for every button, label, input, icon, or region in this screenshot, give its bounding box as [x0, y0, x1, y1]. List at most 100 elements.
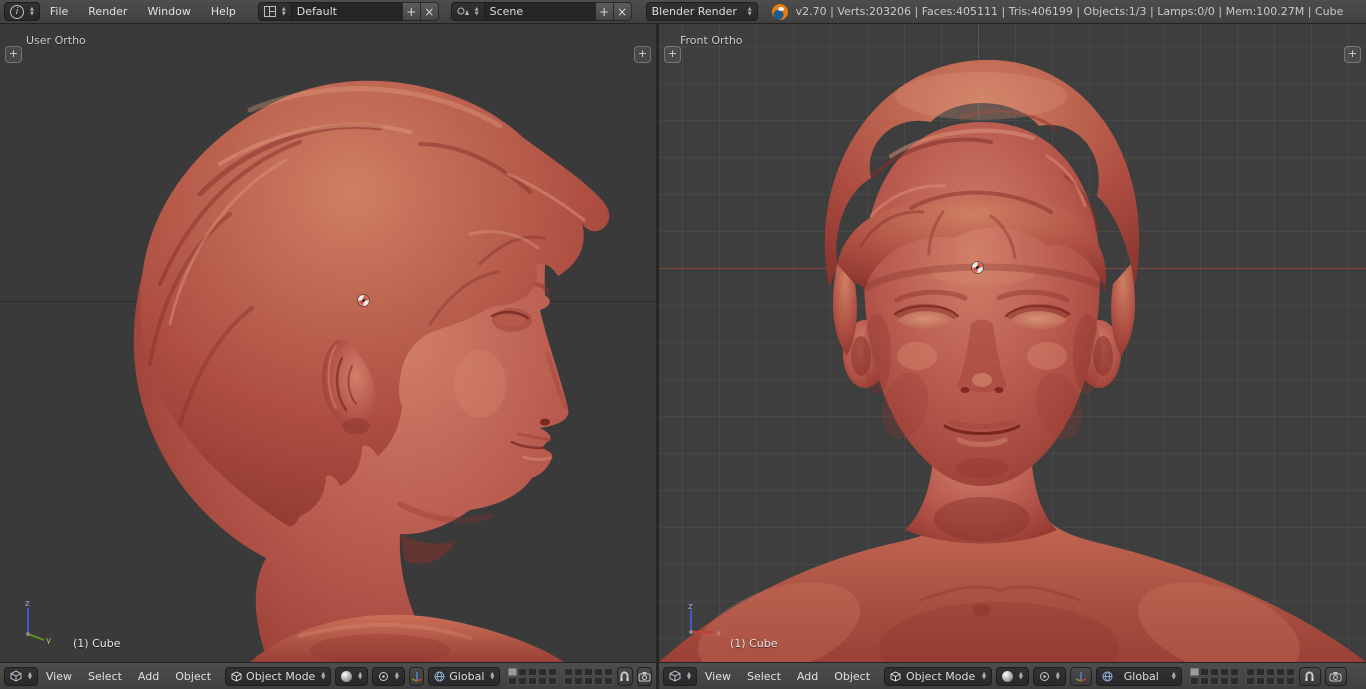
blender-logo-icon [771, 3, 788, 20]
menu-select[interactable]: Select [80, 670, 130, 683]
layer-cell[interactable] [508, 676, 518, 685]
editor-type-select[interactable] [663, 666, 697, 686]
scene-browse[interactable] [450, 2, 485, 21]
layer-cell[interactable] [594, 676, 604, 685]
layer-cell[interactable] [1189, 676, 1199, 685]
scene-add-button[interactable]: + [594, 2, 614, 21]
layer-cell[interactable] [584, 676, 594, 685]
screen-layout-browse[interactable] [257, 2, 292, 21]
layer-cell[interactable] [564, 667, 574, 676]
layer-cell[interactable] [1229, 667, 1239, 676]
layer-cell[interactable] [604, 667, 614, 676]
menu-help[interactable]: Help [201, 5, 246, 18]
layer-cell[interactable] [1275, 676, 1285, 685]
render-opengl-button[interactable] [1324, 666, 1347, 686]
snap-toggle[interactable] [617, 666, 633, 686]
layer-cell[interactable] [528, 676, 538, 685]
menu-object[interactable]: Object [167, 670, 219, 683]
layer-cell[interactable] [518, 667, 528, 676]
screen-layout-delete-button[interactable]: × [419, 2, 439, 21]
layer-cell[interactable] [574, 676, 584, 685]
screen-layout-name[interactable]: Default [290, 2, 403, 21]
render-opengl-button[interactable] [636, 666, 652, 686]
chevron-updown-icon [1056, 672, 1060, 681]
layer-cell[interactable] [584, 667, 594, 676]
region-expand-icon[interactable]: + [1344, 46, 1361, 63]
viewport-shading-select[interactable] [996, 666, 1029, 686]
orientation-select[interactable]: Global [1095, 666, 1182, 686]
layer-cell[interactable] [538, 676, 548, 685]
layer-cell[interactable] [1285, 667, 1295, 676]
orientation-select[interactable]: Global [428, 666, 501, 686]
menu-view[interactable]: View [697, 670, 739, 683]
chevron-updown-icon [490, 672, 494, 681]
editor-type-select[interactable] [4, 666, 38, 686]
layer-cell[interactable] [508, 667, 518, 676]
viewport-shading-select[interactable] [335, 666, 369, 686]
layer-cell[interactable] [1255, 676, 1265, 685]
region-expand-icon[interactable]: + [5, 46, 22, 63]
menu-select[interactable]: Select [739, 670, 789, 683]
region-expand-icon[interactable]: + [634, 46, 651, 63]
layer-cell[interactable] [1245, 667, 1255, 676]
menu-add[interactable]: Add [130, 670, 167, 683]
layer-cell[interactable] [528, 667, 538, 676]
layer-cell[interactable] [1219, 667, 1229, 676]
screen-layout-group: Default + × [257, 2, 439, 21]
scene-delete-button[interactable]: × [612, 2, 632, 21]
menu-object[interactable]: Object [826, 670, 878, 683]
pivot-select[interactable] [372, 666, 405, 686]
viewport-3d-left[interactable]: z y + + User Ortho (1) Cube [0, 24, 656, 662]
manipulator-toggle[interactable] [408, 666, 425, 686]
top-header: i File Render Window Help Default + × [0, 0, 1366, 24]
mode-label: Object Mode [905, 669, 976, 683]
layer-cell[interactable] [574, 667, 584, 676]
layer-cell[interactable] [538, 667, 548, 676]
layer-cell[interactable] [1285, 676, 1295, 685]
layer-cell[interactable] [548, 667, 558, 676]
layer-cell[interactable] [1189, 667, 1199, 676]
blender-window: i File Render Window Help Default + × [0, 0, 1366, 689]
layers-group [508, 667, 614, 685]
shading-sphere-icon [1002, 670, 1014, 682]
layer-cell[interactable] [594, 667, 604, 676]
menu-file[interactable]: File [40, 5, 78, 18]
snap-toggle[interactable] [1298, 666, 1321, 686]
view-name-label: Front Ortho [680, 34, 743, 47]
layer-cell[interactable] [1275, 667, 1285, 676]
manipulator-toggle[interactable] [1069, 666, 1092, 686]
scene-group: Scene + × [450, 2, 632, 21]
scene-name[interactable]: Scene [483, 2, 596, 21]
layer-cell[interactable] [1199, 676, 1209, 685]
orientation-globe-icon [1102, 671, 1113, 681]
layer-cell[interactable] [1265, 667, 1275, 676]
screen-layout-add-button[interactable]: + [401, 2, 421, 21]
layer-cell[interactable] [518, 676, 528, 685]
render-engine-select[interactable]: Blender Render [645, 2, 758, 21]
mode-select[interactable]: Object Mode [884, 666, 993, 686]
layer-cell[interactable] [1245, 676, 1255, 685]
menu-render[interactable]: Render [78, 5, 137, 18]
layer-cell[interactable] [1219, 676, 1229, 685]
region-expand-icon[interactable]: + [664, 46, 681, 63]
layer-cell[interactable] [1265, 676, 1275, 685]
layer-cell[interactable] [1209, 676, 1219, 685]
editor-type-select[interactable]: i [4, 2, 40, 21]
layer-cell[interactable] [1199, 667, 1209, 676]
mode-label: Object Mode [246, 669, 316, 683]
viewport-3d-right[interactable]: z x + + Front Ortho (1) Cube [659, 24, 1366, 662]
layer-cell[interactable] [548, 676, 558, 685]
layer-cell[interactable] [1229, 676, 1239, 685]
layer-cell[interactable] [1255, 667, 1265, 676]
layer-cell[interactable] [604, 676, 614, 685]
menu-window[interactable]: Window [137, 5, 200, 18]
menu-view[interactable]: View [38, 670, 80, 683]
scene-icon [457, 7, 469, 15]
layer-cell[interactable] [564, 676, 574, 685]
snap-magnet-icon [620, 671, 629, 681]
pivot-select[interactable] [1032, 666, 1066, 686]
menu-add[interactable]: Add [789, 670, 826, 683]
layer-cell[interactable] [1209, 667, 1219, 676]
mode-select[interactable]: Object Mode [225, 666, 332, 686]
layers-group [1189, 667, 1295, 685]
